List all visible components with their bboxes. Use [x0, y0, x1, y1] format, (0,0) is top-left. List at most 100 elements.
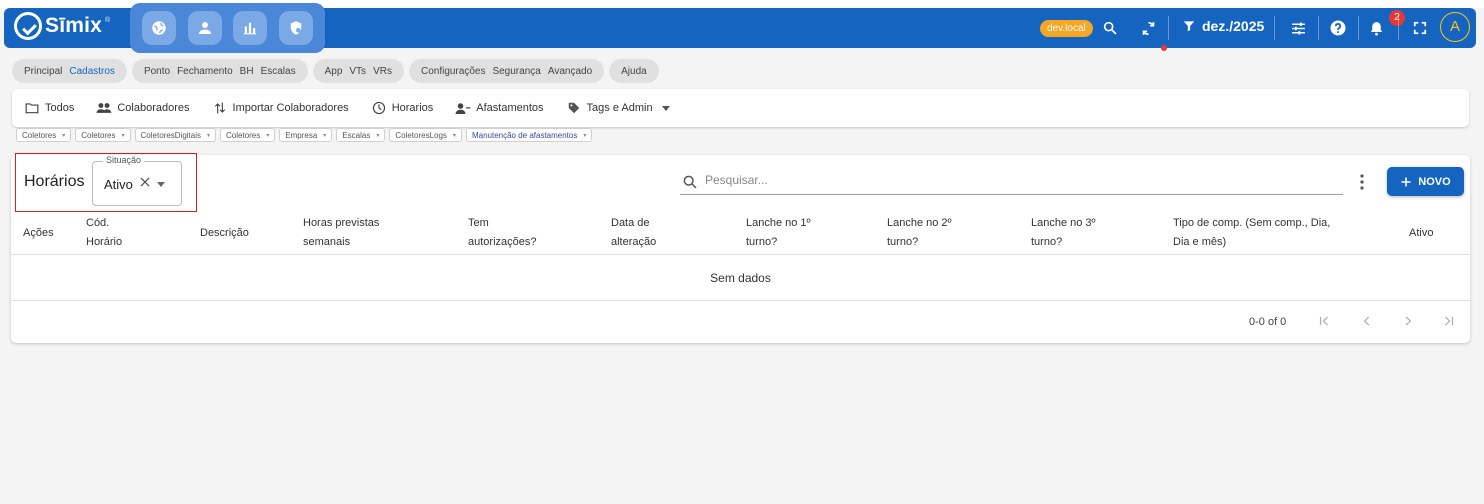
module-person-button[interactable] — [187, 11, 222, 45]
column-horas-previstas[interactable]: Horas previstas semanais — [303, 211, 379, 255]
nav-tags-admin[interactable]: Tags e Admin — [566, 100, 670, 116]
clear-icon[interactable] — [138, 175, 152, 189]
search-field — [680, 169, 1343, 195]
app-logo[interactable]: Sīmix ® — [14, 12, 110, 40]
nav-todos[interactable]: Todos — [24, 100, 74, 116]
group-item-configuracoes[interactable]: Configurações — [421, 66, 485, 77]
people-icon — [96, 100, 112, 116]
tag-icon — [566, 100, 582, 116]
tune-icon — [1291, 21, 1305, 35]
chip-manutencao-afastamentos[interactable]: Manutenção de afastamentos ▾ — [465, 128, 593, 142]
nav-afastamentos-label: Afastamentos — [476, 102, 544, 114]
chip-coletores[interactable]: Coletores ▾ — [75, 128, 131, 142]
column-lanche-1[interactable]: Lanche no 1º turno? — [746, 211, 811, 255]
search-icon — [683, 175, 697, 189]
nav-afastamentos[interactable]: Afastamentos — [455, 100, 544, 116]
divider — [1168, 16, 1169, 40]
previous-page-icon[interactable] — [1360, 314, 1374, 328]
more-vertical-icon[interactable] — [1355, 173, 1369, 191]
chip-coletores[interactable]: Coletores ▾ — [220, 128, 276, 142]
group-item-cadastros[interactable]: Cadastros — [69, 66, 115, 77]
nav-colaboradores[interactable]: Colaboradores — [96, 100, 190, 116]
chip-escalas[interactable]: Escalas ▾ — [336, 128, 386, 142]
chip-coletores-digitais[interactable]: ColetoresDigitais ▾ — [134, 128, 217, 142]
help-icon — [1330, 20, 1346, 36]
group-item-bh[interactable]: BH — [240, 66, 254, 77]
last-page-icon[interactable] — [1442, 314, 1456, 328]
search-input[interactable] — [705, 173, 1305, 187]
group-item-vts[interactable]: VTs — [349, 66, 366, 77]
chip-label: Escalas — [342, 130, 371, 140]
chip-label: Coletores — [22, 130, 57, 140]
column-label: Dia e mês) — [1173, 236, 1227, 248]
column-label: autorizações? — [468, 236, 537, 248]
fullscreen-button[interactable] — [1410, 18, 1430, 38]
column-label: semanais — [303, 236, 351, 248]
chip-label: Coletores — [81, 130, 116, 140]
chip-coletores-logs[interactable]: ColetoresLogs ▾ — [389, 128, 462, 142]
nav-importar-colaboradores[interactable]: Importar Colaboradores — [212, 100, 349, 116]
column-label: Lanche no 2º — [887, 217, 952, 229]
caret-down-icon: ▾ — [62, 132, 66, 139]
column-descricao[interactable]: Descrição — [200, 211, 249, 255]
chip-coletores[interactable]: Coletores ▾ — [16, 128, 72, 142]
chip-empresa[interactable]: Empresa ▾ — [279, 128, 333, 142]
swap-vertical-icon — [212, 100, 228, 116]
column-lanche-2[interactable]: Lanche no 2º turno? — [887, 211, 952, 255]
column-label: Horas previstas — [303, 217, 380, 229]
module-globe-button[interactable] — [141, 11, 176, 45]
sync-button[interactable] — [1138, 18, 1158, 38]
group-item-escalas[interactable]: Escalas — [261, 66, 296, 77]
person-icon — [198, 22, 211, 34]
column-label: Data de — [611, 217, 650, 229]
app-name-sup: ® — [105, 16, 111, 24]
nav-horarios[interactable]: Horarios — [371, 100, 433, 116]
group-ajuda: Ajuda — [609, 59, 659, 83]
column-lanche-3[interactable]: Lanche no 3º turno? — [1031, 211, 1096, 255]
chip-label: Manutenção de afastamentos — [471, 130, 578, 140]
caret-down-icon: ▾ — [376, 132, 380, 139]
column-label: Descrição — [200, 226, 249, 239]
app-name: Sīmix — [45, 14, 103, 37]
column-tipo-comp[interactable]: Tipo de comp. (Sem comp., Dia, Dia e mês) — [1173, 211, 1330, 255]
nav-todos-label: Todos — [45, 102, 75, 114]
group-item-fechamento[interactable]: Fechamento — [177, 66, 233, 77]
first-page-icon[interactable] — [1317, 314, 1331, 328]
group-item-principal[interactable]: Principal — [24, 66, 62, 77]
chip-label: ColetoresDigitais — [140, 130, 201, 140]
chevron-down-icon[interactable] — [157, 182, 165, 187]
user-avatar[interactable]: A — [1440, 12, 1470, 42]
module-security-button[interactable] — [279, 11, 314, 45]
new-button-label: NOVO — [1418, 175, 1451, 188]
period-filter[interactable]: dez./2025 — [1182, 18, 1264, 34]
group-item-avancado[interactable]: Avançado — [548, 66, 592, 77]
column-data-alteracao[interactable]: Data de alteração — [611, 211, 656, 255]
help-button[interactable] — [1328, 18, 1348, 38]
column-label: Cód. — [86, 217, 110, 229]
pagination-info: 0-0 of 0 — [1249, 316, 1287, 328]
fullscreen-icon — [1413, 21, 1427, 35]
column-cod-horario[interactable]: Cód. Horário — [86, 211, 122, 255]
column-acoes[interactable]: Ações — [23, 211, 54, 255]
settings-button[interactable] — [1288, 18, 1308, 38]
global-search-button[interactable] — [1100, 18, 1120, 38]
next-page-icon[interactable] — [1401, 314, 1415, 328]
group-item-vrs[interactable]: VRs — [373, 66, 392, 77]
column-label: Tipo de comp. (Sem comp., Dia, — [1173, 217, 1331, 229]
situacao-select[interactable]: Situação Ativo — [92, 155, 182, 206]
group-item-app[interactable]: App — [325, 66, 343, 77]
module-chart-button[interactable] — [233, 11, 268, 45]
notifications-button[interactable] — [1366, 18, 1386, 38]
group-item-ajuda[interactable]: Ajuda — [621, 66, 647, 77]
nav-importar-label: Importar Colaboradores — [232, 102, 349, 114]
table-header: Ações Cód. Horário Descrição Horas previs… — [11, 211, 1470, 255]
bell-icon — [1370, 21, 1382, 36]
section-nav: Todos Colaboradores Importar Colaborador… — [12, 89, 1469, 127]
logo-check-icon — [14, 12, 42, 40]
group-item-ponto[interactable]: Ponto — [144, 66, 170, 77]
column-autorizacoes[interactable]: Tem autorizações? — [468, 211, 537, 255]
new-button[interactable]: NOVO — [1387, 167, 1464, 196]
group-item-seguranca[interactable]: Segurança — [492, 66, 540, 77]
column-ativo[interactable]: Ativo — [1409, 211, 1433, 255]
caret-down-icon: ▾ — [583, 132, 587, 139]
